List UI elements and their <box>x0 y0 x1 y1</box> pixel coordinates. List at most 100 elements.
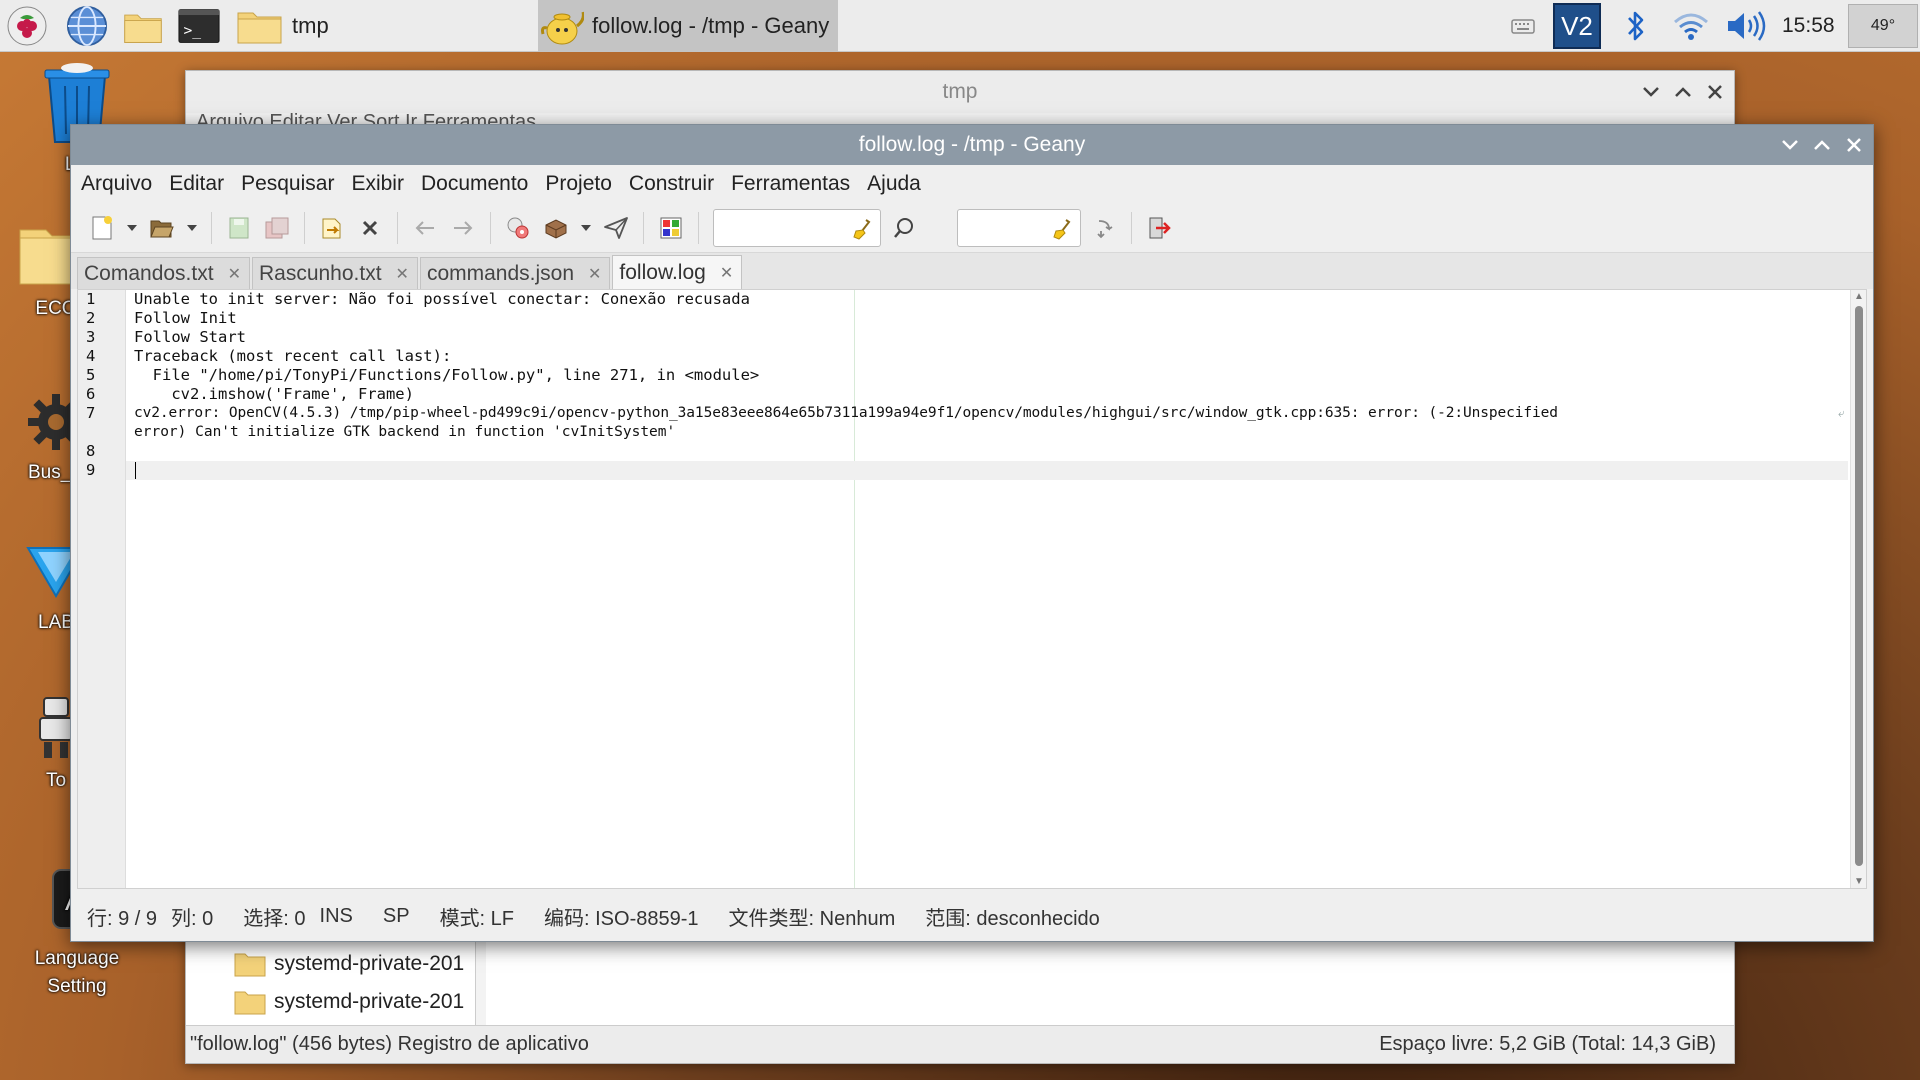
new-file-dropdown[interactable] <box>121 209 143 247</box>
menubar: Arquivo Editar Pesquisar Exibir Document… <box>71 165 1873 203</box>
menu-arquivo[interactable]: Arquivo <box>81 172 152 196</box>
back-button[interactable] <box>406 209 444 247</box>
line-number: 2 <box>86 309 96 327</box>
statusbar: 行: 9 / 9 列: 0 选择: 0 INS SP 模式: LF 编码: IS… <box>71 891 1873 941</box>
status-indent-mode[interactable]: SP <box>383 905 410 928</box>
open-file-dropdown[interactable] <box>181 209 203 247</box>
long-line-marker <box>854 290 855 888</box>
new-file-button[interactable] <box>83 209 121 247</box>
goto-line-button[interactable] <box>1085 209 1123 247</box>
clear-broom-icon[interactable] <box>1050 217 1074 241</box>
folder-icon <box>237 12 282 44</box>
tab-close-icon[interactable]: ✕ <box>396 264 409 284</box>
scroll-up-icon[interactable]: ▲ <box>1854 291 1864 302</box>
code-line: cv2.error: OpenCV(4.5.3) /tmp/pip-wheel-… <box>134 405 1558 421</box>
search-field[interactable] <box>713 208 881 247</box>
volume-icon[interactable] <box>1722 0 1768 52</box>
forward-button[interactable] <box>444 209 482 247</box>
close-button[interactable] <box>1704 81 1726 103</box>
raspberry-menu-icon[interactable] <box>6 5 48 47</box>
geany-teapot-icon <box>541 11 584 45</box>
open-file-button[interactable] <box>143 209 181 247</box>
close-file-button[interactable] <box>351 209 389 247</box>
tab-follow-log[interactable]: follow.log ✕ <box>612 255 743 289</box>
scroll-down-icon[interactable]: ▼ <box>1854 876 1864 887</box>
save-icon <box>229 217 249 238</box>
menu-editar[interactable]: Editar <box>169 172 224 196</box>
execute-button[interactable] <box>597 209 635 247</box>
line-number: 5 <box>86 366 96 384</box>
tab-close-icon[interactable]: ✕ <box>720 263 733 283</box>
tab-close-icon[interactable]: ✕ <box>588 264 601 284</box>
vnc-tray-icon[interactable]: V2 <box>1552 0 1602 52</box>
menu-projeto[interactable]: Projeto <box>545 172 612 196</box>
wifi-icon[interactable] <box>1670 0 1712 52</box>
code-line: File "/home/pi/TonyPi/Functions/Follow.p… <box>134 366 760 384</box>
tab-label: commands.json <box>426 261 575 285</box>
taskbar-task-tmp[interactable]: tmp <box>234 0 524 52</box>
list-item[interactable]: systemd-private-201 <box>186 983 475 1021</box>
status-column: 列: 0 <box>171 907 214 930</box>
menu-documento[interactable]: Documento <box>421 172 528 196</box>
menu-ajuda[interactable]: Ajuda <box>867 172 921 196</box>
tab-commands-json[interactable]: commands.json ✕ <box>419 257 611 289</box>
maximize-button[interactable] <box>1811 134 1833 156</box>
tab-label: follow.log <box>619 260 706 284</box>
quit-button[interactable] <box>1140 209 1178 247</box>
menu-exibir[interactable]: Exibir <box>351 172 404 196</box>
revert-button[interactable] <box>313 209 351 247</box>
tab-close-icon[interactable]: ✕ <box>228 264 241 284</box>
geany-window: follow.log - /tmp - Geany Arquivo Editar… <box>70 124 1874 942</box>
chevron-down-icon <box>1782 140 1798 150</box>
save-all-button[interactable] <box>258 209 296 247</box>
maximize-button[interactable] <box>1672 81 1694 103</box>
taskbar-task-geany[interactable]: follow.log - /tmp - Geany <box>538 0 838 52</box>
scrollbar-thumb[interactable] <box>1855 306 1863 866</box>
file-manager-titlebar[interactable]: tmp <box>186 71 1734 113</box>
terminal-icon[interactable]: >_ <box>178 5 220 47</box>
code-line: cv2.imshow('Frame', Frame) <box>134 385 414 403</box>
tab-comandos-txt[interactable]: Comandos.txt ✕ <box>77 257 250 289</box>
clock[interactable]: 15:58 <box>1782 0 1835 52</box>
keyboard-icon[interactable] <box>1508 0 1538 52</box>
taskbar: >_ tmp follow.log - /tmp - Geany V2 15:5… <box>0 0 1920 52</box>
document-tabs: Comandos.txt ✕ Rascunho.txt ✕ commands.j… <box>71 253 1873 289</box>
jump-icon <box>1097 219 1113 238</box>
color-chooser-button[interactable] <box>652 209 690 247</box>
find-button[interactable] <box>885 209 923 247</box>
save-button[interactable] <box>220 209 258 247</box>
chevron-down-icon <box>1643 87 1659 97</box>
vertical-scrollbar[interactable]: ▲ ▼ <box>1850 290 1866 888</box>
list-item-label: systemd-private-201 <box>274 990 465 1013</box>
web-browser-icon[interactable] <box>66 5 108 47</box>
close-icon <box>362 220 378 235</box>
line-number: 8 <box>86 442 96 460</box>
compile-button[interactable] <box>499 209 537 247</box>
cpu-temperature[interactable]: 49° <box>1848 4 1918 48</box>
file-manager-icon[interactable] <box>122 5 164 47</box>
geany-titlebar[interactable]: follow.log - /tmp - Geany <box>71 125 1873 165</box>
menu-pesquisar[interactable]: Pesquisar <box>241 172 334 196</box>
build-dropdown[interactable] <box>575 209 597 247</box>
list-item[interactable]: systemd-private-201 <box>186 945 475 983</box>
code-editor[interactable]: 1 2 3 4 5 6 7 8 9 Unable to init server:… <box>77 289 1867 889</box>
line-number: 1 <box>86 290 96 308</box>
line-number: 6 <box>86 385 96 403</box>
menu-ferramentas[interactable]: Ferramentas <box>731 172 850 196</box>
build-button[interactable] <box>537 209 575 247</box>
tab-rascunho-txt[interactable]: Rascunho.txt ✕ <box>251 257 418 289</box>
goto-line-field[interactable] <box>957 208 1081 247</box>
menu-construir[interactable]: Construir <box>629 172 714 196</box>
send-icon <box>604 216 628 239</box>
file-manager-tree[interactable]: systemd-private-201 systemd-private-201 <box>186 939 476 1031</box>
line-number: 7 <box>86 404 96 422</box>
window-title: follow.log - /tmp - Geany <box>858 133 1086 156</box>
close-icon <box>1847 138 1861 152</box>
status-insert-mode[interactable]: INS <box>320 905 353 928</box>
close-button[interactable] <box>1843 134 1865 156</box>
bluetooth-icon[interactable] <box>1618 0 1654 52</box>
file-manager-content[interactable] <box>486 939 1734 1031</box>
minimize-button[interactable] <box>1779 134 1801 156</box>
minimize-button[interactable] <box>1640 81 1662 103</box>
clear-broom-icon[interactable] <box>850 217 874 241</box>
